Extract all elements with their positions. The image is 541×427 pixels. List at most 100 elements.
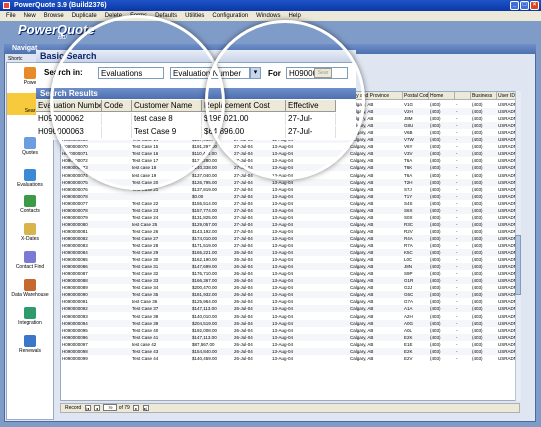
table-row[interactable]: H090000078 $0.00 27-Jul-04 13-Aug-04 Calgary…	[61, 192, 519, 200]
maximize-button[interactable]: □	[520, 1, 529, 10]
table-row[interactable]: H090000080 test Case 25 $129,057.00 27-Jul-…	[61, 220, 519, 228]
column-header[interactable]: Home	[429, 92, 455, 100]
table-cell: V1G	[404, 102, 414, 107]
table-row[interactable]: H090000086 Test Case 31 $147,699.00 26-Jul-…	[61, 263, 519, 271]
table-cell: Calgary, AB	[350, 327, 374, 333]
table-cell: Calgary, AB	[350, 341, 374, 347]
table-cell: -	[456, 172, 458, 178]
sidebar-item-renewals[interactable]: Renewals	[7, 333, 53, 355]
sidebar-item-data-warehouse[interactable]: Data Warehouse	[7, 277, 53, 299]
table-cell: (403)	[430, 320, 441, 326]
table-row[interactable]: H090000097 test case 42 $87,567.00 26-Jul-0…	[61, 341, 519, 348]
table-cell: 13-Aug-04	[272, 264, 294, 270]
table-row[interactable]: H090000081 Test Case 26 $143,192.00 27-Jul-…	[61, 228, 519, 235]
table-row[interactable]: H090000087 Test Case 32 $176,710.00 26-Jul-…	[61, 270, 519, 277]
table-cell: R4A	[404, 235, 413, 241]
sidebar-item-integration[interactable]: Integration	[7, 305, 53, 327]
sidebar-item-contact-find[interactable]: Contact Find	[7, 249, 53, 271]
table-cell: 26-Jul-04	[234, 299, 253, 305]
table-row[interactable]: H090000077 Test Case 22 $155,514.00 27-Jul-…	[61, 200, 519, 207]
column-header[interactable]: Postal Code	[403, 92, 429, 100]
table-cell: 26-Jul-04	[234, 313, 253, 319]
search-button[interactable]: Sear	[314, 68, 332, 78]
scrollbar-thumb[interactable]	[515, 235, 521, 295]
table-cell: (403)	[430, 116, 441, 122]
table-cell: Calgary, AB	[350, 271, 374, 277]
close-button[interactable]: ×	[530, 1, 539, 10]
table-row[interactable]: H090000094 Test Case 39 $204,519.00 26-Jul-…	[61, 319, 519, 327]
next-record-button[interactable]: ▸	[133, 404, 140, 411]
menu-item-configuration[interactable]: Configuration	[208, 11, 252, 21]
table-row[interactable]: H090000091 test Case 36 $125,964.00 26-Jul-…	[61, 298, 519, 305]
title-bar: PowerQuote 3.9 (Build2376) _ □ ×	[0, 0, 541, 11]
table-cell: V7W	[404, 137, 414, 143]
table-cell: -	[456, 313, 458, 319]
table-cell: 13-Aug-04	[272, 285, 294, 291]
menu-item-utilities[interactable]: Utilities	[181, 11, 208, 21]
table-cell: (403)	[472, 341, 483, 347]
table-row[interactable]: H090000093 Test Case 38 $140,010.00 26-Jul-…	[61, 313, 519, 320]
table-row[interactable]: H090000084 Test Case 29 $165,221.00 26-Jul-…	[61, 249, 519, 257]
table-cell: T6K	[404, 165, 413, 171]
record-navigator: Record |◂ ◂ 79 of 79 ▸ ▸|	[60, 403, 520, 413]
menu-item-new[interactable]: New	[20, 11, 40, 21]
record-number-field[interactable]: 79	[103, 404, 118, 412]
table-cell: 26-Jul-04	[234, 320, 253, 326]
table-cell: 26-Jul-04	[234, 250, 253, 256]
table-cell: Calgary, AB	[350, 348, 374, 354]
table-cell: (403)	[472, 228, 483, 234]
table-cell: T1Y	[404, 193, 413, 199]
table-row[interactable]: H090000082 Test Case 27 $174,010.00 27-Jul-…	[61, 234, 519, 242]
table-row[interactable]: H090000098 Test Case 43 $154,840.00 26-Jul-…	[61, 347, 519, 355]
table-cell: Calgary, AB	[350, 285, 374, 291]
table-row[interactable]: H090000092 Test Case 37 $147,113.00 26-Jul-…	[61, 305, 519, 313]
table-cell: -	[456, 250, 458, 256]
menu-item-file[interactable]: File	[2, 11, 20, 21]
column-header[interactable]	[455, 92, 471, 100]
table-cell: 26-Jul-04	[234, 355, 253, 361]
sidebar-item-x-dates[interactable]: X-Dates	[7, 221, 53, 243]
table-cell: 13-Aug-04	[272, 306, 294, 312]
table-cell: H090000085	[62, 257, 88, 263]
table-row[interactable]: H090000078 Test Case 23 $157,774.00 27-Jul-…	[61, 206, 519, 214]
warehouse-icon	[24, 279, 36, 291]
sidebar-item-contacts[interactable]: Contacts	[7, 193, 53, 215]
table-cell: (403)	[472, 186, 483, 192]
table-row[interactable]: H090000099 Test Case 44 $140,459.00 26-Jul-…	[61, 355, 519, 362]
table-row[interactable]: H090000088 Test Case 33 $166,367.00 26-Jul-…	[61, 277, 519, 285]
last-record-button[interactable]: ▸|	[142, 404, 149, 411]
table-cell: (403)	[472, 292, 483, 298]
table-row[interactable]: H090000079 Test Case 24 $131,825.00 27-Jul-…	[61, 214, 519, 221]
table-cell: -	[456, 278, 458, 284]
table-row[interactable]: H090000096 Test Case 41 $147,113.00 26-Jul-…	[61, 333, 519, 341]
table-cell: -	[456, 207, 458, 213]
minimize-button[interactable]: _	[510, 1, 519, 10]
table-cell: (403)	[430, 200, 441, 206]
table-cell: 13-Aug-04	[272, 348, 294, 354]
table-cell: test case 42	[132, 341, 157, 347]
table-row[interactable]: H090000090 Test Case 35 $181,932.00 26-Jul-…	[61, 291, 519, 299]
prev-record-button[interactable]: ◂	[93, 404, 100, 411]
table-row[interactable]: H090000083 Test Case 28 $171,519.00 27-Jul-…	[61, 242, 519, 249]
table-cell: (403)	[472, 313, 483, 319]
menu-item-duplicate[interactable]: Duplicate	[68, 11, 101, 21]
table-cell: (403)	[430, 257, 441, 263]
power-icon	[24, 67, 36, 79]
column-header[interactable]: Business	[471, 92, 497, 100]
table-cell: A2H	[404, 313, 413, 319]
table-cell: Test Case 38	[132, 313, 159, 319]
menu-item-browse[interactable]: Browse	[40, 11, 68, 21]
table-cell: $155,514.00	[192, 200, 218, 206]
table-cell: 13-Aug-04	[272, 200, 294, 206]
table-cell: $162,190.00	[192, 257, 218, 263]
table-row[interactable]: H090000089 Test Case 34 $200,470.00 26-Jul-…	[61, 284, 519, 291]
table-cell: Test Case 29	[132, 250, 159, 256]
sidebar-item-evaluations[interactable]: Evaluations	[7, 167, 53, 189]
first-record-button[interactable]: |◂	[84, 404, 91, 411]
table-cell: $165,221.00	[192, 250, 218, 256]
table-row[interactable]: H090000095 Test Case 40 $192,008.00 26-Jul-…	[61, 327, 519, 334]
table-cell: H090000098	[62, 348, 88, 354]
table-cell: (403)	[430, 341, 441, 347]
table-cell: H090000083	[62, 243, 88, 248]
table-row[interactable]: H090000085 Test Case 30 $162,190.00 26-Jul-…	[61, 256, 519, 263]
